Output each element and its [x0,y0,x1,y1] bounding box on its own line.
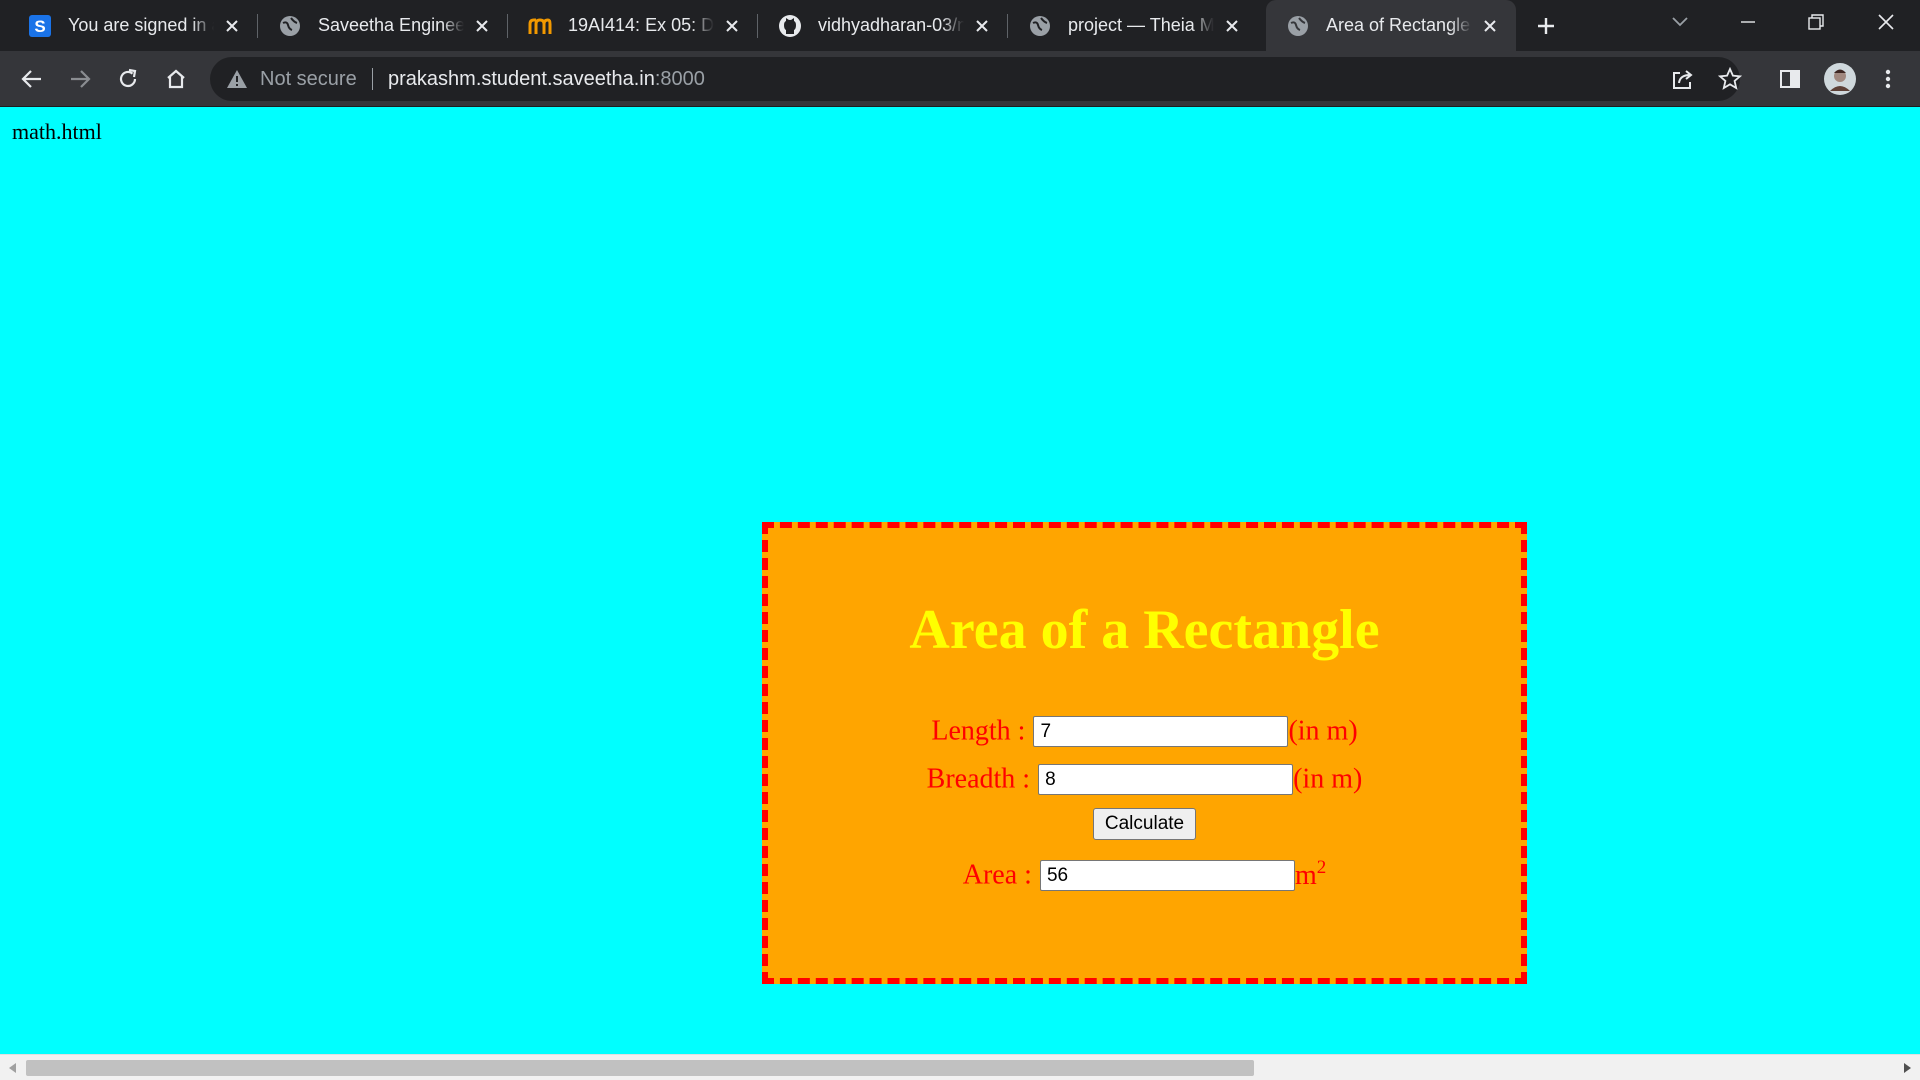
address-divider [372,68,373,90]
tab-title: Area of Rectangle [1326,15,1471,35]
close-icon[interactable] [970,14,994,38]
tab-19ai414[interactable]: 19AI414: Ex 05: Design [508,0,758,51]
breadth-unit: (in m) [1293,763,1363,795]
page-title: Area of a Rectangle [909,599,1380,661]
close-icon[interactable] [720,14,744,38]
url-port: :8000 [654,68,705,90]
svg-text:S: S [34,17,45,36]
breadth-row: Breadth : (in m) [768,762,1521,796]
area-unit-base: m [1294,859,1317,891]
restore-button[interactable] [1786,0,1846,44]
area-row: Area : m2 [768,856,1521,892]
url-text[interactable]: prakashm.student.saveetha.in:8000 [388,68,705,90]
area-unit: m2 [1294,856,1327,891]
length-input[interactable] [1033,716,1289,748]
profile-avatar[interactable] [1824,63,1856,95]
browser-toolbar: Not secure prakashm.student.saveetha.in:… [0,51,1920,107]
scroll-right-arrow[interactable] [1894,1055,1920,1080]
globe-icon [1028,14,1052,38]
globe-icon [1286,14,1310,38]
close-icon[interactable] [220,14,244,38]
tab-title: vidhyadharan-03/mathematical [818,15,964,35]
tab-area-of-rectangle[interactable]: Area of Rectangle [1266,0,1516,51]
menu-button[interactable] [1874,65,1902,93]
scroll-left-arrow[interactable] [0,1055,26,1080]
window-close-button[interactable] [1856,0,1916,44]
area-form-panel: Area of a Rectangle Length : (in m) Bread… [762,522,1527,984]
m-logo-icon [528,14,552,38]
warning-icon [226,68,248,95]
tab-signed-in[interactable]: S You are signed in as [8,0,258,51]
calculate-button[interactable]: Calculate [1092,807,1197,840]
length-label: Length : [931,715,1026,747]
tab-title: Saveetha Engineering [318,15,464,35]
arrow-left-icon [21,70,41,88]
breadth-label: Breadth : [926,763,1031,795]
reload-button[interactable] [114,65,142,93]
side-panel-icon [1780,70,1800,88]
side-panel-button[interactable] [1776,65,1804,93]
close-icon[interactable] [1478,14,1502,38]
scrollbar-thumb[interactable] [26,1060,1254,1076]
globe-icon [278,14,302,38]
minimize-icon [1741,21,1755,23]
close-icon [1878,14,1894,30]
security-label[interactable]: Not secure [260,68,357,90]
tab-title: 19AI414: Ex 05: Design [568,15,714,35]
tab-title: You are signed in as [68,15,214,35]
reload-icon [119,68,137,88]
share-button[interactable] [1669,65,1697,93]
github-icon [778,14,802,38]
plus-icon [1538,18,1554,34]
page-filename: math.html [12,119,102,144]
length-unit: (in m) [1288,715,1358,747]
close-icon[interactable] [470,14,494,38]
length-row: Length : (in m) [768,714,1521,748]
close-icon[interactable] [1220,14,1244,38]
tab-search-button[interactable] [1650,0,1710,44]
horizontal-scrollbar[interactable] [0,1054,1920,1080]
restore-icon [1808,14,1824,30]
chevron-down-icon [1672,17,1688,27]
tab-strip: S You are signed in as Saveetha Engineer… [0,0,1920,51]
s-logo-icon: S [28,14,52,38]
home-icon [167,69,185,89]
area-unit-exponent: 2 [1316,856,1327,878]
kebab-menu-icon [1885,69,1891,89]
new-tab-button[interactable] [1532,12,1560,40]
home-button[interactable] [162,65,190,93]
breadth-input[interactable] [1038,764,1294,796]
tab-title: project — Theia Multi [1068,15,1214,35]
caret-right-icon [1904,1063,1911,1073]
calculate-row: Calculate [768,806,1521,840]
tab-saveetha[interactable]: Saveetha Engineering [258,0,508,51]
tab-github[interactable]: vidhyadharan-03/mathematical [758,0,1008,51]
address-bar[interactable]: Not secure prakashm.student.saveetha.in:… [210,57,1740,101]
tab-theia[interactable]: project — Theia Multi [1008,0,1258,51]
area-label: Area : [962,859,1032,891]
url-host: prakashm.student.saveetha.in [388,68,655,90]
arrow-right-icon [71,70,91,88]
forward-button[interactable] [66,65,94,93]
minimize-button[interactable] [1718,0,1778,44]
caret-left-icon [9,1063,16,1073]
bookmark-button[interactable] [1716,65,1744,93]
star-icon [1718,67,1742,90]
area-output[interactable] [1039,860,1295,892]
avatar-icon [1824,63,1856,95]
share-icon [1673,70,1693,89]
back-button[interactable] [18,65,46,93]
